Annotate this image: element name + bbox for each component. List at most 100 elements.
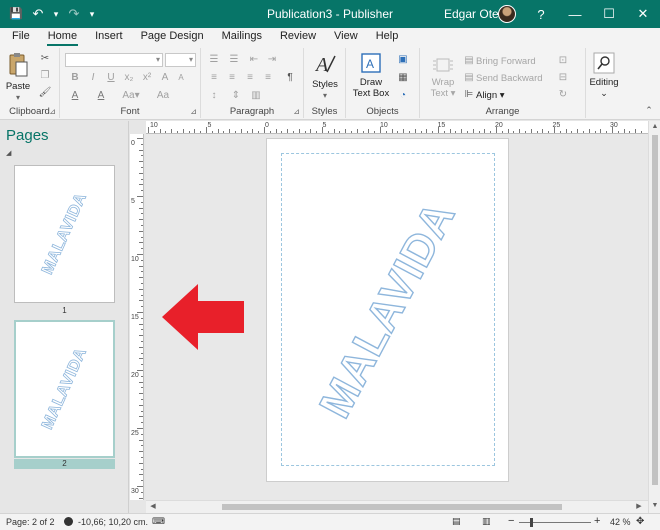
change-case-button[interactable]: Aa▾ <box>120 90 142 102</box>
rotate-icon[interactable]: ↻ <box>556 89 570 101</box>
align-left-icon[interactable]: ≡ <box>207 72 221 84</box>
bring-forward-button[interactable]: Bring Forward <box>476 56 536 67</box>
paragraph-launcher-icon[interactable]: ⊿ <box>293 107 300 116</box>
horizontal-scroll-thumb[interactable] <box>222 504 562 510</box>
copy-icon[interactable]: ❐ <box>38 70 52 82</box>
ruler-label: 10 <box>150 122 158 129</box>
customize-qat-icon[interactable]: ▾ <box>88 6 96 22</box>
zoom-out-button[interactable]: − <box>508 515 514 527</box>
zoom-in-button[interactable]: + <box>594 515 600 527</box>
paste-button[interactable]: Paste ▾ <box>4 52 32 103</box>
grow-font-button[interactable]: A <box>158 72 172 84</box>
two-page-view-icon[interactable]: ▥ <box>482 516 491 527</box>
scroll-right-icon[interactable]: ▶ <box>634 502 644 512</box>
paragraph-spacing-icon[interactable]: ⇕ <box>229 90 243 102</box>
tab-page-design[interactable]: Page Design <box>132 28 213 46</box>
send-backward-button[interactable]: Send Backward <box>476 73 543 84</box>
scroll-left-icon[interactable]: ◀ <box>148 502 158 512</box>
superscript-button[interactable]: x² <box>140 72 154 84</box>
pilcrow-button[interactable]: ¶ <box>283 72 297 84</box>
ruler-tick <box>137 312 143 313</box>
page-thumbnail-1[interactable]: MALAVIDA <box>14 165 115 303</box>
ruler-tick <box>139 451 143 453</box>
scroll-up-icon[interactable]: ▲ <box>650 122 660 132</box>
horizontal-ruler[interactable]: 1050510152025303540 <box>146 121 648 134</box>
draw-text-box-button[interactable]: A Draw Text Box <box>350 52 392 99</box>
tab-view[interactable]: View <box>325 28 367 46</box>
redo-icon[interactable]: ↷ <box>66 6 82 22</box>
shrink-font-button[interactable]: A <box>174 72 188 84</box>
shapes-icon[interactable]: ◔ <box>396 90 410 102</box>
ruler-tick <box>461 129 463 133</box>
bring-forward-icon: ▤ <box>464 55 474 66</box>
vertical-ruler[interactable]: 0 5 10 15 20 25 30 <box>130 134 144 500</box>
tab-help[interactable]: Help <box>367 28 408 46</box>
page[interactable]: MALAVIDA <box>266 138 509 482</box>
collapse-ribbon-icon[interactable]: ⌃ <box>642 104 656 116</box>
undo-dropdown-icon[interactable]: ▾ <box>52 6 60 22</box>
minimize-icon[interactable]: — <box>558 0 592 28</box>
decrease-indent-icon[interactable]: ⇤ <box>247 54 261 66</box>
avatar[interactable] <box>498 5 516 23</box>
editing-button[interactable]: Editing ⌄ <box>586 52 622 99</box>
ruler-tick <box>171 129 173 133</box>
scroll-down-icon[interactable]: ▼ <box>650 501 660 511</box>
save-icon[interactable]: 💾 <box>8 6 24 22</box>
font-name-dropdown[interactable] <box>65 53 163 67</box>
align-right-icon[interactable]: ≡ <box>243 72 257 84</box>
ruler-tick <box>137 196 143 197</box>
ruler-tick <box>139 416 143 418</box>
collapse-pages-icon[interactable]: ◢ <box>6 149 11 157</box>
subscript-button[interactable]: x₂ <box>122 72 136 84</box>
ruler-tick <box>139 288 143 290</box>
font-launcher-icon[interactable]: ⊿ <box>190 107 197 116</box>
page-thumbnail-2[interactable]: MALAVIDA <box>14 320 115 458</box>
bold-button[interactable]: B <box>68 72 82 84</box>
align-center-icon[interactable]: ≡ <box>225 72 239 84</box>
tab-insert[interactable]: Insert <box>86 28 132 46</box>
page-indicator[interactable]: Page: 2 of 2 <box>6 517 55 527</box>
justify-icon[interactable]: ≡ <box>261 72 275 84</box>
tab-file[interactable]: File <box>0 28 39 46</box>
columns-icon[interactable]: ▥ <box>249 90 263 102</box>
vertical-scroll-thumb[interactable] <box>652 135 658 485</box>
format-painter-icon[interactable]: 🖌 <box>38 87 52 99</box>
bullets-icon[interactable]: ☰ <box>207 54 221 66</box>
wrap-text-button[interactable]: Wrap Text ▾ <box>426 56 460 99</box>
font-size-dropdown[interactable] <box>165 53 196 67</box>
fit-page-icon[interactable]: ✥ <box>636 516 644 527</box>
font-color-button[interactable]: A <box>68 90 82 102</box>
align-button[interactable]: Align ▾ <box>476 90 505 101</box>
table-icon[interactable]: ▦ <box>396 72 410 84</box>
highlight-button[interactable]: A <box>94 90 108 102</box>
zoom-slider-thumb[interactable] <box>530 518 533 527</box>
tab-home[interactable]: Home <box>39 28 86 46</box>
close-icon[interactable]: ✕ <box>626 0 660 28</box>
ungroup-icon[interactable]: ⊟ <box>556 72 570 84</box>
tab-mailings[interactable]: Mailings <box>213 28 271 46</box>
ruler-label: 25 <box>131 430 139 437</box>
italic-button[interactable]: I <box>86 72 100 84</box>
numbering-icon[interactable]: ☰ <box>227 54 241 66</box>
ruler-tick <box>600 129 602 133</box>
vertical-scrollbar[interactable]: ▲ ▼ <box>648 121 660 513</box>
clipboard-launcher-icon[interactable]: ⊿ <box>49 107 56 116</box>
single-page-view-icon[interactable]: ▤ <box>452 516 461 527</box>
cut-icon[interactable]: ✂ <box>38 53 52 65</box>
styles-button[interactable]: A Styles ▾ <box>307 52 343 101</box>
keyboard-icon[interactable]: ⌨ <box>152 516 165 527</box>
increase-indent-icon[interactable]: ⇥ <box>265 54 279 66</box>
clear-formatting-button[interactable]: Aa <box>154 90 172 102</box>
group-icon[interactable]: ⊡ <box>556 55 570 67</box>
underline-button[interactable]: U <box>104 72 118 84</box>
horizontal-scrollbar[interactable]: ◀ ▶ <box>146 500 648 513</box>
restore-icon[interactable]: ☐ <box>592 0 626 28</box>
ruler-tick <box>141 341 143 342</box>
undo-icon[interactable]: ↶ <box>30 6 46 22</box>
line-spacing-icon[interactable]: ↕ <box>207 90 221 102</box>
help-icon[interactable]: ? <box>524 0 558 28</box>
page-number-1: 1 <box>62 306 67 315</box>
zoom-level[interactable]: 42 % <box>610 517 631 527</box>
tab-review[interactable]: Review <box>271 28 325 46</box>
picture-icon[interactable]: ▣ <box>396 54 410 66</box>
